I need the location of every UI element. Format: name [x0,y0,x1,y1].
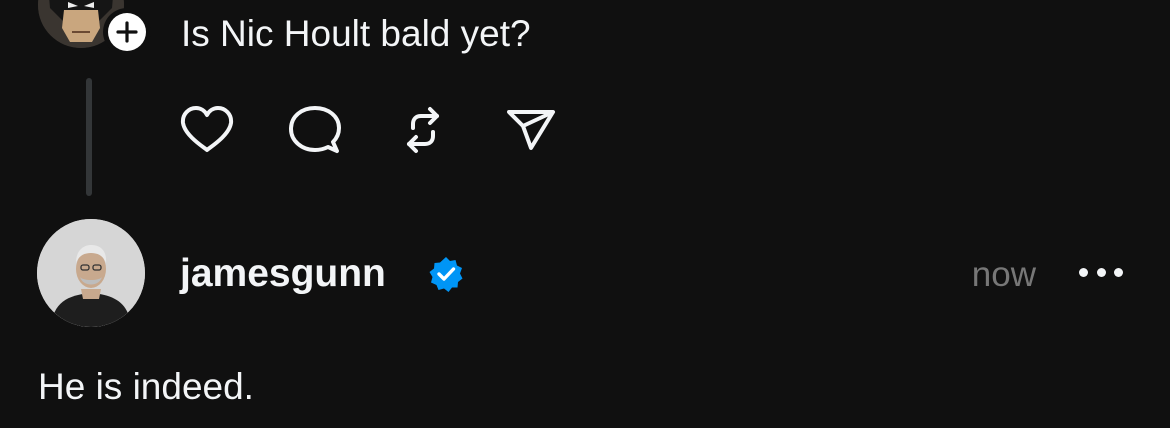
response-post-text: He is indeed. [38,366,254,407]
reply-post-text: Is Nic Hoult bald yet? [181,13,531,54]
username-link[interactable]: jamesgunn [180,249,386,299]
more-options-icon[interactable] [1079,260,1123,284]
action-bar [179,104,559,156]
share-icon [507,110,555,150]
like-button[interactable] [179,104,235,156]
thread-line [86,78,92,196]
repost-button[interactable] [395,104,451,156]
share-button[interactable] [503,104,559,156]
comment-button[interactable] [287,104,343,156]
plus-icon [108,13,146,51]
reply-post: Is Nic Hoult bald yet? [0,0,1170,200]
repost-icon [407,107,439,153]
comment-icon [289,106,341,153]
verified-badge-icon [427,255,465,293]
jamesgunn-avatar-icon[interactable] [37,219,145,327]
follow-button[interactable] [103,8,151,56]
heart-icon [180,106,234,152]
response-post: jamesgunn now He is indeed. [0,200,1170,428]
post-timestamp: now [971,255,1036,294]
